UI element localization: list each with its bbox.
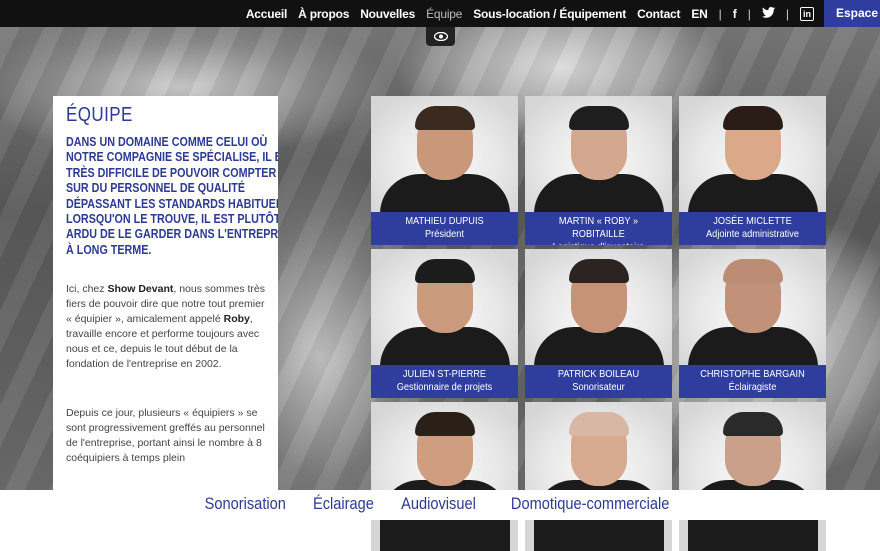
member-caption: Josée Miclette Adjointe administrative: [679, 212, 826, 245]
team-member-card[interactable]: [525, 402, 672, 551]
member-name: Julien St-Pierre: [402, 368, 487, 380]
member-caption: Mathieu Dupuis Président: [371, 212, 518, 245]
espace-client-button[interactable]: Espace Cl: [824, 0, 880, 27]
twitter-icon[interactable]: [761, 6, 775, 21]
linkedin-icon[interactable]: in: [800, 6, 814, 21]
category-domotique[interactable]: Domotique-commerciale: [511, 490, 669, 520]
member-role: Sonorisateur: [572, 381, 625, 393]
category-audiovisuel[interactable]: Audiovisuel: [401, 490, 476, 520]
member-hair: [414, 106, 475, 130]
member-role: Président: [424, 228, 465, 240]
member-hair: [414, 412, 475, 436]
eye-toggle-icon[interactable]: [426, 27, 455, 46]
team-member-card[interactable]: Patrick Boileau Sonorisateur: [525, 249, 672, 398]
top-navigation: Accueil À propos Nouvelles Équipe Sous-l…: [0, 0, 880, 27]
team-member-card[interactable]: Josée Miclette Adjointe administrative: [679, 96, 826, 245]
member-name: Mathieu Dupuis: [405, 215, 484, 227]
team-member-card[interactable]: Julien St-Pierre Gestionnaire de projets: [371, 249, 518, 398]
nav-separator: |: [785, 6, 789, 21]
paragraph-growth: Depuis ce jour, plusieurs « équipiers » …: [66, 407, 265, 465]
team-member-card[interactable]: [679, 402, 826, 551]
member-hair: [722, 259, 783, 283]
nav-sous-location[interactable]: Sous-location / Équipement: [473, 7, 626, 21]
member-caption: Julien St-Pierre Gestionnaire de projets: [371, 365, 518, 398]
team-member-card[interactable]: [371, 402, 518, 551]
member-hair: [414, 259, 475, 283]
member-caption: Martin « Roby » RobitailleLogistique d'i…: [525, 212, 672, 245]
intro-text: Dans un domaine comme celui où notre com…: [66, 135, 278, 257]
team-intro-panel: ÉQUIPE Dans un domaine comme celui où no…: [53, 96, 278, 490]
member-name: Josée Miclette: [713, 215, 792, 227]
nav-separator: |: [718, 6, 722, 21]
member-hair: [568, 106, 629, 130]
team-member-card[interactable]: Martin « Roby » RobitailleLogistique d'i…: [525, 96, 672, 245]
member-hair: [568, 412, 629, 436]
nav-equipe[interactable]: Équipe: [426, 7, 462, 21]
team-member-card[interactable]: Mathieu Dupuis Président: [371, 96, 518, 245]
member-name: Christophe Bargain: [700, 368, 805, 380]
paragraph-history: Ici, chez Show Devant, nous sommes très …: [66, 283, 265, 371]
member-name: Martin « Roby » Robitaille: [558, 215, 639, 240]
nav-contact[interactable]: Contact: [637, 7, 680, 21]
category-eclairage[interactable]: Éclairage: [313, 490, 374, 520]
language-toggle[interactable]: EN: [691, 7, 707, 21]
nav-nouvelles[interactable]: Nouvelles: [360, 7, 415, 21]
member-role: Gestionnaire de projets: [396, 381, 493, 393]
member-hair: [568, 259, 629, 283]
member-caption: Christophe Bargain Éclairagiste: [679, 365, 826, 398]
member-hair: [722, 106, 783, 130]
member-hair: [722, 412, 783, 436]
member-role: Adjointe administrative: [706, 228, 799, 240]
member-role: Logistique d'inventaire: [534, 241, 663, 245]
nav-accueil[interactable]: Accueil: [246, 7, 287, 21]
category-bar: Sonorisation Éclairage Audiovisuel Domot…: [0, 490, 880, 520]
page-title: ÉQUIPE: [66, 104, 133, 126]
facebook-icon[interactable]: f: [733, 7, 737, 21]
team-member-card[interactable]: Christophe Bargain Éclairagiste: [679, 249, 826, 398]
nav-a-propos[interactable]: À propos: [298, 7, 349, 21]
member-role: Éclairagiste: [728, 381, 777, 393]
member-name: Patrick Boileau: [557, 368, 640, 380]
member-caption: Patrick Boileau Sonorisateur: [525, 365, 672, 398]
category-sonorisation[interactable]: Sonorisation: [204, 490, 285, 520]
nav-separator: |: [747, 6, 751, 21]
